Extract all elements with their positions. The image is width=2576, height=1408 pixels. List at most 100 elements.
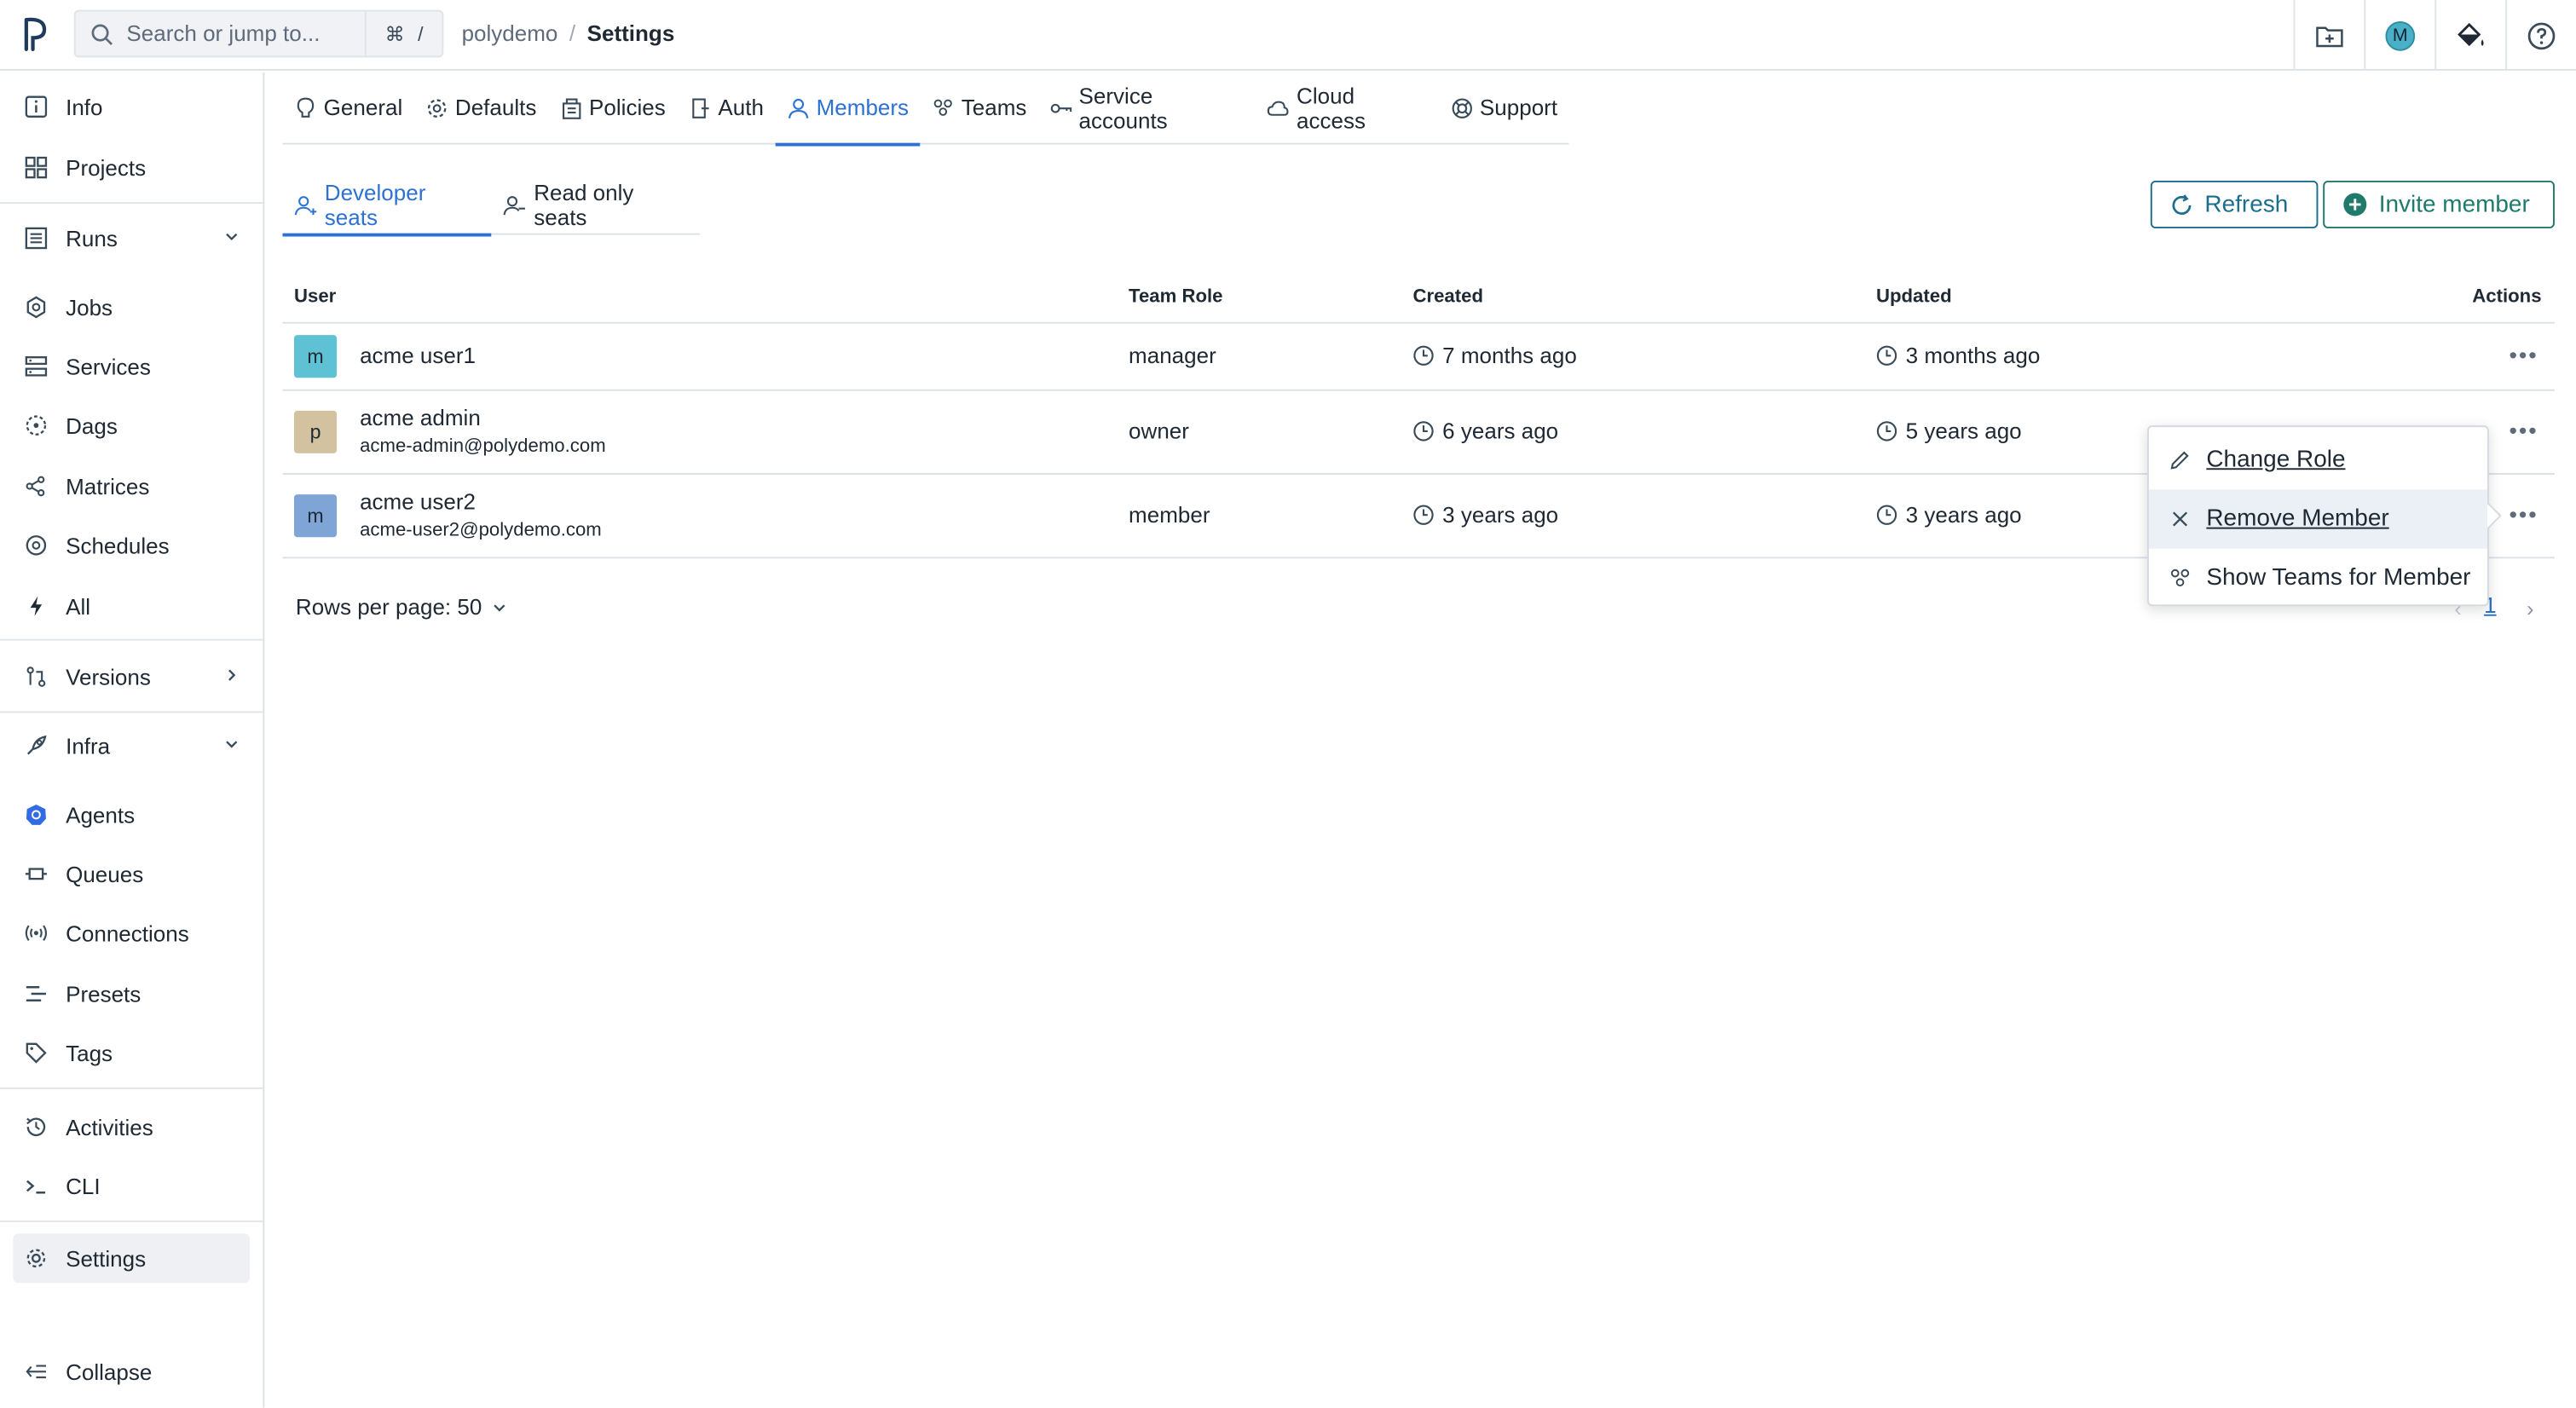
help-button[interactable]: [2505, 0, 2576, 71]
tab-teams[interactable]: Teams: [921, 72, 1038, 144]
sidebar-item-settings[interactable]: Settings: [13, 1233, 250, 1284]
change-role-menu-item[interactable]: Change Role: [2149, 430, 2487, 489]
tab-service-accounts[interactable]: Service accounts: [1038, 72, 1256, 144]
row-actions-button[interactable]: •••: [2510, 501, 2538, 528]
menu-label: Change Role: [2206, 447, 2346, 474]
sidebar-item-info[interactable]: Info: [13, 82, 250, 131]
sidebar-divider: [0, 711, 263, 713]
sidebar-item-matrices[interactable]: Matrices: [13, 462, 250, 511]
row-actions-button[interactable]: •••: [2510, 418, 2538, 444]
tab-policies[interactable]: Policies: [548, 72, 677, 144]
sidebar-item-runs[interactable]: Runs: [13, 214, 250, 263]
rows-per-page-select[interactable]: Rows per page: 50: [296, 595, 508, 620]
sidebar-item-all[interactable]: All: [13, 581, 250, 631]
git-compare-icon: [23, 664, 49, 690]
sidebar-item-jobs[interactable]: Jobs: [13, 282, 250, 332]
edit-icon: [2170, 451, 2189, 470]
column-header-created[interactable]: Created: [1412, 287, 1483, 307]
rocket-icon: [23, 733, 49, 759]
tab-label: Teams: [961, 95, 1027, 120]
theme-button[interactable]: [2434, 0, 2505, 71]
refresh-button[interactable]: Refresh: [2150, 181, 2319, 228]
paint-bucket-icon: [2458, 21, 2484, 46]
user-menu-button[interactable]: M: [2364, 0, 2434, 71]
tab-support[interactable]: Support: [1439, 72, 1569, 144]
sidebar-divider: [0, 1220, 263, 1222]
menu-label: Show Teams for Member: [2206, 564, 2471, 591]
sidebar-item-services[interactable]: Services: [13, 342, 250, 391]
policy-icon: [562, 97, 580, 118]
seat-tabs: Developer seats Read only seats: [282, 176, 701, 236]
tab-label: General: [323, 95, 403, 120]
sidebar-item-infra[interactable]: Infra: [13, 721, 250, 770]
column-header-updated[interactable]: Updated: [1876, 287, 1952, 307]
grid-icon: [23, 154, 49, 181]
sidebar-item-activities[interactable]: Activities: [13, 1102, 250, 1151]
help-icon: [2527, 21, 2556, 49]
invite-member-button[interactable]: Invite member: [2323, 181, 2555, 228]
next-page-button[interactable]: ›: [2527, 597, 2533, 621]
team-role: owner: [1129, 418, 1189, 444]
row-actions-menu: Change Role Remove Member Show Teams for…: [2146, 425, 2489, 608]
tab-label: Auth: [718, 95, 764, 120]
team-role: manager: [1129, 343, 1216, 368]
table-row[interactable]: m acme user1 manager 7 months ago 3 mont…: [282, 324, 2555, 391]
tab-label: Service accounts: [1078, 83, 1168, 133]
slash-key: /: [418, 22, 424, 46]
search-input[interactable]: [126, 21, 357, 46]
user-avatar: M: [2385, 20, 2416, 50]
add-circle-icon: [2343, 193, 2367, 216]
sidebar-collapse-button[interactable]: Collapse: [13, 1347, 250, 1396]
collapse-icon: [23, 1359, 49, 1385]
menu-label: Remove Member: [2206, 505, 2389, 533]
column-header-role[interactable]: Team Role: [1129, 287, 1222, 307]
breadcrumb-org[interactable]: polydemo: [462, 21, 558, 46]
updated-cell: 3 years ago: [1876, 503, 2022, 528]
column-header-actions: Actions: [2472, 287, 2542, 308]
column-header-user[interactable]: User: [294, 287, 336, 307]
presets-icon: [23, 981, 49, 1007]
lightning-icon: [23, 593, 49, 620]
sidebar-item-presets[interactable]: Presets: [13, 969, 250, 1018]
sidebar-item-schedules[interactable]: Schedules: [13, 521, 250, 570]
updated-cell: 5 years ago: [1876, 418, 2022, 443]
sidebar-item-connections[interactable]: Connections: [13, 909, 250, 958]
close-icon: [2173, 511, 2188, 527]
sidebar-item-projects[interactable]: Projects: [13, 143, 250, 193]
sidebar-item-tags[interactable]: Tags: [13, 1028, 250, 1077]
tab-label: Support: [1479, 95, 1558, 120]
sidebar-item-agents[interactable]: Agents: [13, 790, 250, 840]
tab-cloud-access[interactable]: Cloud access: [1256, 72, 1438, 144]
key-icon: [1050, 102, 1071, 113]
tab-read-only-seats[interactable]: Read only seats: [492, 176, 700, 234]
tab-defaults[interactable]: Defaults: [414, 72, 548, 144]
show-teams-menu-item[interactable]: Show Teams for Member: [2149, 549, 2487, 608]
app-logo[interactable]: [0, 0, 72, 70]
tab-developer-seats[interactable]: Developer seats: [282, 176, 493, 236]
sidebar-item-cli[interactable]: CLI: [13, 1162, 250, 1211]
new-project-button[interactable]: [2293, 0, 2365, 71]
sidebar-label: Versions: [66, 664, 151, 690]
row-actions-button[interactable]: •••: [2510, 342, 2538, 368]
login-icon: [692, 97, 709, 118]
search-box[interactable]: ⌘/: [73, 9, 444, 58]
tab-members[interactable]: Members: [775, 72, 921, 146]
avatar: p: [293, 410, 338, 453]
clock-icon: [1876, 345, 1897, 366]
updated-value: 3 years ago: [1905, 502, 2022, 528]
created-value: 7 months ago: [1442, 343, 1577, 368]
sidebar-item-queues[interactable]: Queues: [13, 849, 250, 898]
settings-tabs: General Defaults Policies Auth Members T…: [282, 72, 1569, 146]
sidebar-divider: [0, 1087, 263, 1089]
breadcrumb: polydemo / Settings: [462, 21, 675, 46]
person-remove-icon: [504, 196, 526, 216]
sidebar-divider: [0, 202, 263, 204]
tag-icon: [23, 1040, 49, 1066]
sidebar-item-dags[interactable]: Dags: [13, 401, 250, 450]
remove-member-menu-item[interactable]: Remove Member: [2148, 489, 2487, 549]
sidebar-item-versions[interactable]: Versions: [13, 652, 250, 701]
top-right-actions: M: [2293, 0, 2576, 71]
sidebar-label: Jobs: [66, 294, 113, 320]
tab-general[interactable]: General: [282, 72, 413, 144]
tab-auth[interactable]: Auth: [677, 72, 775, 144]
